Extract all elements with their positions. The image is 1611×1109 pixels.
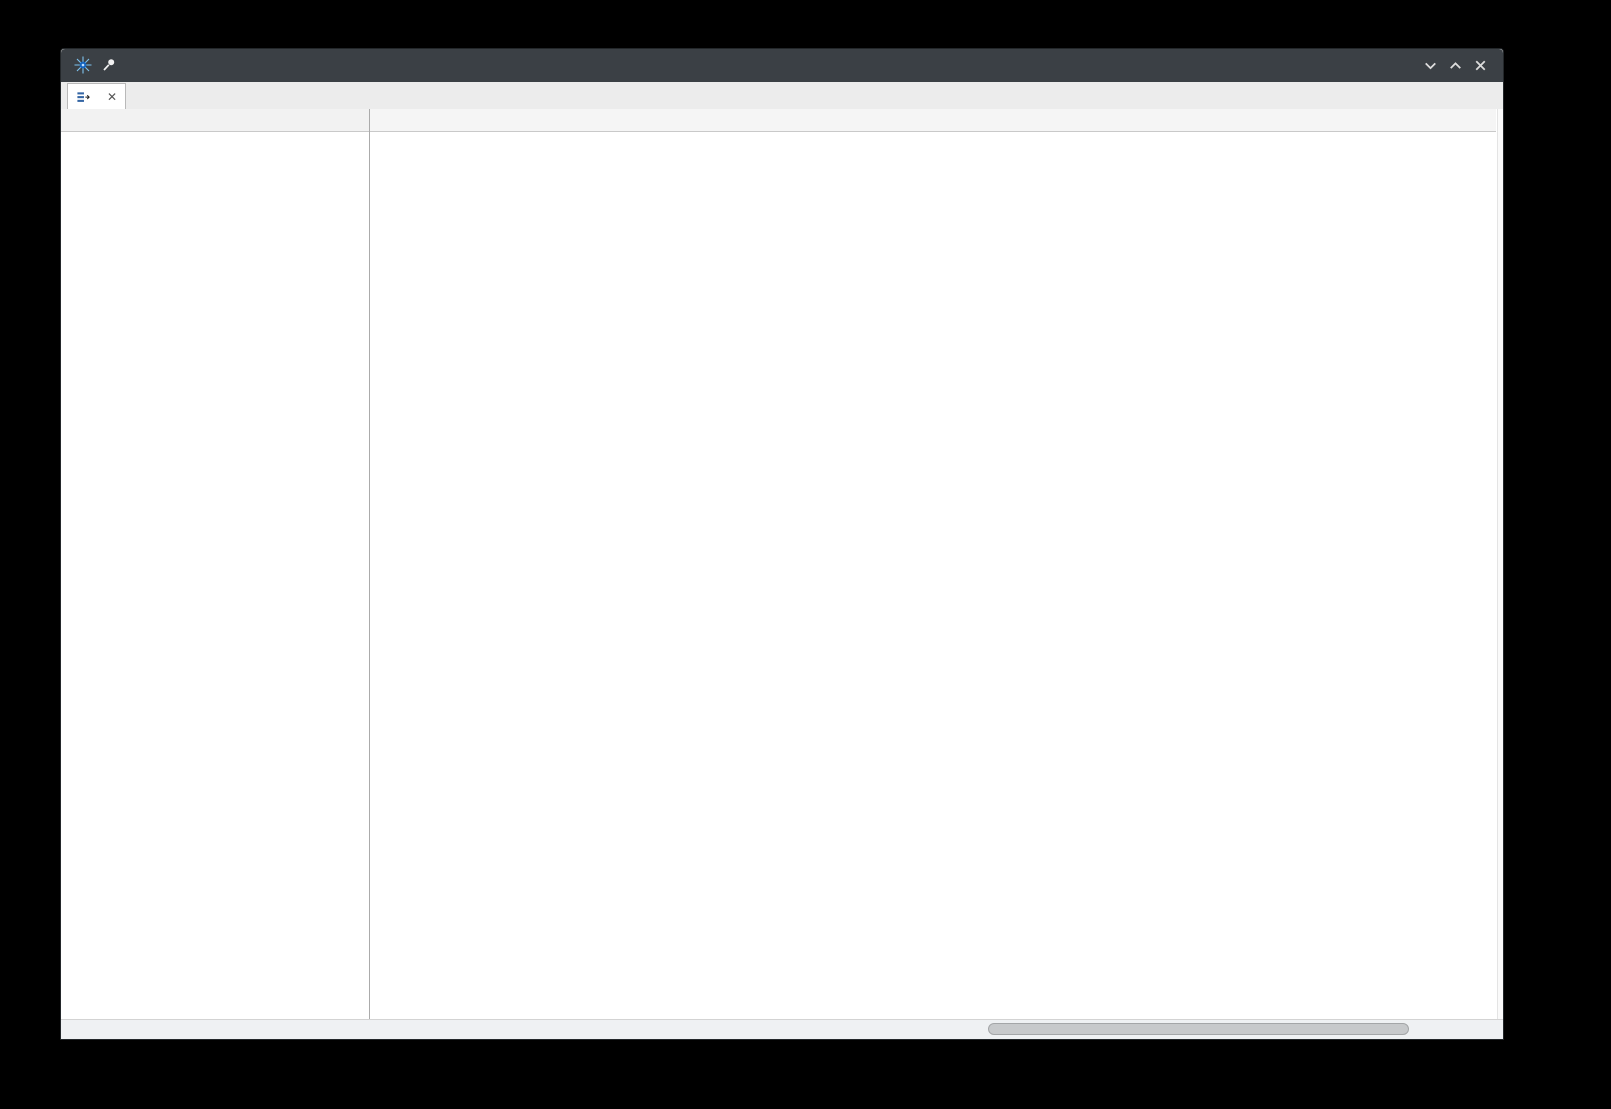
pin-icon[interactable] [101, 57, 117, 73]
app-starburst-icon [73, 55, 93, 75]
horizontal-scrollbar-thumb[interactable] [988, 1023, 1409, 1035]
time-ruler[interactable] [370, 109, 1496, 132]
table-header [61, 109, 369, 132]
time-graph-chart[interactable] [370, 132, 1497, 1016]
window-shade-button[interactable] [1422, 57, 1439, 74]
tab-close-icon[interactable]: ✕ [107, 90, 117, 104]
horizontal-scrollbar[interactable] [61, 1019, 1503, 1039]
tab-control-flow[interactable]: ✕ [67, 83, 126, 110]
trace-compass-window: ✕ [60, 48, 1504, 1040]
tab-strip: ✕ [61, 82, 1503, 110]
vertical-scrollbar[interactable] [1497, 109, 1504, 1020]
window-maximize-button[interactable] [1447, 57, 1464, 74]
window-close-button[interactable] [1472, 57, 1489, 74]
control-flow-icon [76, 90, 91, 105]
window-titlebar[interactable] [61, 49, 1503, 82]
view-content [61, 109, 1503, 1039]
screen-background: ✕ [0, 0, 1611, 1109]
